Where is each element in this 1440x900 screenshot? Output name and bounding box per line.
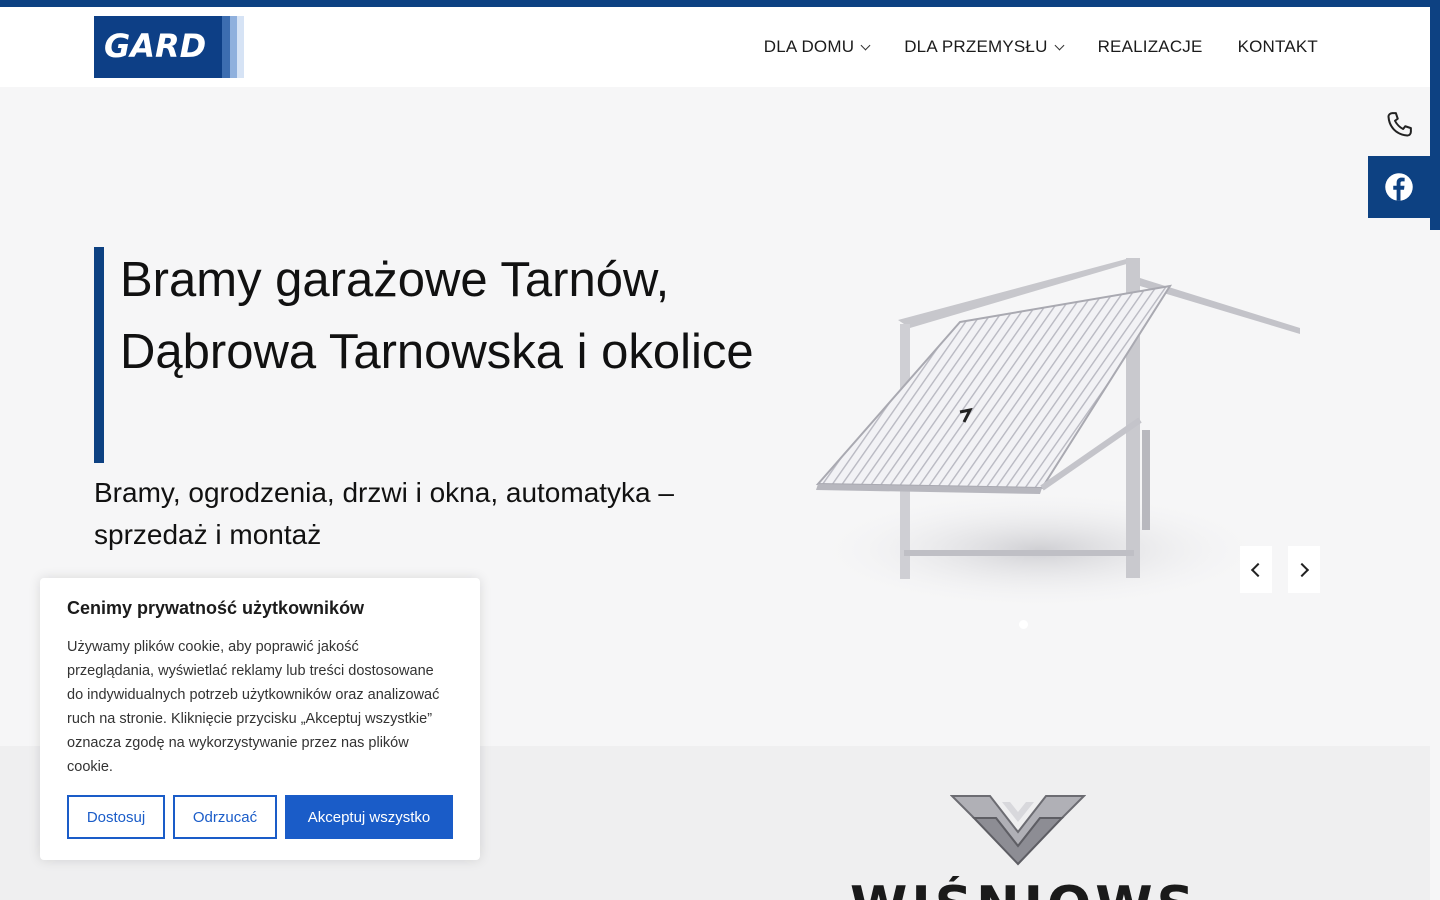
customize-button[interactable]: Dostosuj xyxy=(67,795,165,839)
chevron-right-icon xyxy=(1294,562,1310,577)
nav-label: DLA DOMU xyxy=(763,37,855,56)
facebook-button[interactable] xyxy=(1368,156,1430,218)
cookie-title: Cenimy prywatność użytkowników xyxy=(67,598,365,618)
phone-icon xyxy=(1387,112,1412,137)
wisniowski-logo-mark xyxy=(950,795,1086,866)
logo-stripe xyxy=(222,16,230,78)
slider-dot[interactable] xyxy=(1019,620,1028,629)
main-nav: DLA DOMU DLA PRZEMYSŁU REALIZACJE KONTAK… xyxy=(729,7,1318,87)
top-accent-bar xyxy=(0,0,1440,7)
phone-button[interactable] xyxy=(1368,94,1430,156)
nav-item-dla-przemyslu[interactable]: DLA PRZEMYSŁU xyxy=(904,37,1065,57)
logo-stripe xyxy=(237,16,244,78)
cookie-body: Używamy plików cookie, aby poprawić jako… xyxy=(67,639,440,775)
gard-logo[interactable]: GARD xyxy=(94,16,244,78)
brand-name: WIŚNIOWSKI xyxy=(850,876,1190,900)
title-accent-bar xyxy=(94,247,104,463)
chevron-down-icon xyxy=(860,40,871,50)
slider-prev-button[interactable] xyxy=(1240,546,1272,593)
right-accent-bar xyxy=(1430,0,1440,230)
cookie-consent-dialog: Cenimy prywatność użytkowników Używamy p… xyxy=(40,578,480,860)
chevron-down-icon xyxy=(1054,40,1065,50)
wisniowski-logo-text: WIŚNIOWSKI xyxy=(850,876,1190,900)
accept-all-button[interactable]: Akceptuj wszystko xyxy=(285,795,453,839)
logo-text: GARD xyxy=(104,27,207,65)
facebook-icon xyxy=(1385,173,1413,201)
logo-stripe xyxy=(230,16,237,78)
chevron-left-icon xyxy=(1250,562,1266,577)
nav-item-kontakt[interactable]: KONTAKT xyxy=(1238,37,1318,57)
hero-title: Bramy garażowe Tarnów, Dąbrowa Tarnowska… xyxy=(120,253,754,379)
hero-subtitle: Bramy, ogrodzenia, drzwi i okna, automat… xyxy=(94,477,674,550)
nav-label: DLA PRZEMYSŁU xyxy=(904,37,1048,56)
nav-label: REALIZACJE xyxy=(1097,37,1203,56)
garage-door-image xyxy=(810,258,1300,610)
slider-next-button[interactable] xyxy=(1288,546,1320,593)
nav-item-realizacje[interactable]: REALIZACJE xyxy=(1098,37,1203,57)
site-header: GARD DLA DOMU DLA PRZEMYSŁU REALIZACJE K… xyxy=(0,7,1430,87)
nav-item-dla-domu[interactable]: DLA DOMU xyxy=(763,37,871,57)
nav-label: KONTAKT xyxy=(1237,37,1318,56)
reject-button[interactable]: Odrzucać xyxy=(173,795,277,839)
